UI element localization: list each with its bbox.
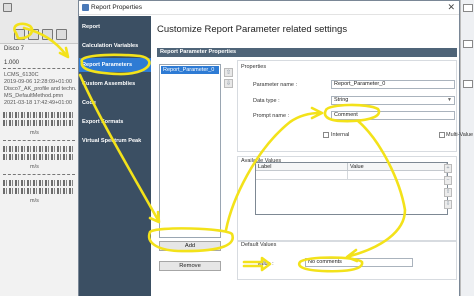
axis-label: m/s xyxy=(30,198,39,204)
dialog-sidebar: Report Calculation Variables Report Para… xyxy=(79,16,151,296)
multi-value-label: Multi-Value xyxy=(446,132,474,138)
close-icon[interactable]: ✕ xyxy=(447,2,455,13)
add-button[interactable]: Add xyxy=(159,241,221,251)
report-icon xyxy=(82,4,89,11)
nav-item-calculation-variables[interactable]: Calculation Variables xyxy=(79,39,151,53)
row-up-button[interactable]: ⇧ xyxy=(444,188,452,197)
parameter-name-label: Parameter name : xyxy=(253,82,298,88)
window-control-icon[interactable] xyxy=(463,4,473,12)
multi-value-checkbox[interactable] xyxy=(439,132,445,138)
panel-icon[interactable] xyxy=(463,80,473,88)
nav-item-report[interactable]: Report xyxy=(79,20,151,34)
spectrum-row xyxy=(3,154,75,160)
column-header-label[interactable]: Label xyxy=(256,163,348,171)
background-tab-label[interactable]: Disco 7 xyxy=(4,46,24,52)
background-right-strip xyxy=(460,0,474,296)
prompt-name-label: Prompt name : xyxy=(253,113,290,119)
list-item[interactable]: Report_Parameter_0 xyxy=(161,66,219,74)
dialog-titlebar[interactable]: Report Properties ✕ xyxy=(79,1,459,15)
app-icon xyxy=(3,3,12,12)
default-value-input[interactable]: No comments xyxy=(305,258,413,267)
spectrum-row xyxy=(3,112,75,118)
gear-icon[interactable] xyxy=(42,29,53,40)
dialog-title: Report Properties xyxy=(91,4,142,11)
report-properties-dialog: Report Properties ✕ Report Calculation V… xyxy=(78,0,473,296)
axis-label: m/s xyxy=(30,164,39,170)
internal-checkbox[interactable] xyxy=(323,132,329,138)
meta-line: 2021-03-18 17:42:49+01:00 xyxy=(4,100,73,106)
grid-icon[interactable] xyxy=(56,29,67,40)
remove-button[interactable]: Remove xyxy=(159,261,221,271)
table-row[interactable] xyxy=(256,171,348,180)
row-down-button[interactable]: ⇩ xyxy=(444,200,452,209)
data-type-select[interactable]: String ▼ xyxy=(331,96,455,105)
available-values-table[interactable]: Label Value xyxy=(255,162,448,215)
data-type-label: Data type : xyxy=(253,98,280,104)
nav-item-export-formats[interactable]: Export Formats xyxy=(79,115,151,129)
spectrum-row xyxy=(3,146,75,152)
background-toolbar xyxy=(0,0,80,44)
meta-line: MS_DefaultMethod.pmn xyxy=(4,93,64,99)
value-label: Value : xyxy=(257,261,274,267)
nav-item-custom-assemblies[interactable]: Custom Assemblies xyxy=(79,77,151,91)
background-report-app: Disco 7 1.000 LCMS_6130C 2019-09-06 12:2… xyxy=(0,0,80,296)
add-row-button[interactable]: + xyxy=(444,164,452,173)
home-icon[interactable] xyxy=(14,29,25,40)
data-type-value: String xyxy=(334,97,349,103)
parameter-list[interactable]: Report_Parameter_0 xyxy=(159,64,221,238)
nav-item-report-parameters[interactable]: Report Parameters xyxy=(79,58,151,72)
nav-item-code[interactable]: Code xyxy=(79,96,151,110)
move-down-button[interactable]: ⇩ xyxy=(224,79,233,88)
meta-line: 2019-09-06 12:28:09+01:00 xyxy=(4,79,73,85)
column-header-value[interactable]: Value xyxy=(348,163,447,171)
background-value: 1.000 xyxy=(4,60,20,66)
internal-label: Internal xyxy=(331,132,350,138)
parameter-name-input[interactable]: Report_Parameter_0 xyxy=(331,80,455,89)
spectrum-row xyxy=(3,180,75,186)
panel-icon[interactable] xyxy=(463,40,473,48)
move-up-button[interactable]: ⇧ xyxy=(224,68,233,77)
remove-row-button[interactable]: − xyxy=(444,176,452,185)
nav-item-virtual-spectrum-peak[interactable]: Virtual Spectrum Peak xyxy=(79,134,151,148)
table-row[interactable] xyxy=(348,171,447,180)
divider xyxy=(3,174,75,175)
page-title: Customize Report Parameter related setti… xyxy=(157,24,348,35)
section-header: Report Parameter Properties xyxy=(157,48,457,57)
divider xyxy=(3,140,75,141)
properties-group xyxy=(237,60,457,152)
meta-line: LCMS_6130C xyxy=(4,72,39,78)
spectrum-row xyxy=(3,120,75,126)
divider xyxy=(3,68,75,69)
prompt-name-input[interactable]: Comment xyxy=(331,111,455,120)
properties-group-label: Properties xyxy=(241,64,267,70)
spectrum-row xyxy=(3,188,75,194)
meta-line: Disco7_AK_profile and techn. xyxy=(4,86,77,92)
chevron-down-icon: ▼ xyxy=(447,97,452,103)
default-values-label: Default Values xyxy=(241,242,277,248)
axis-label: m/s xyxy=(30,130,39,136)
screenshot-stage: Disco 7 1.000 LCMS_6130C 2019-09-06 12:2… xyxy=(0,0,474,296)
folder-icon[interactable] xyxy=(28,29,39,40)
